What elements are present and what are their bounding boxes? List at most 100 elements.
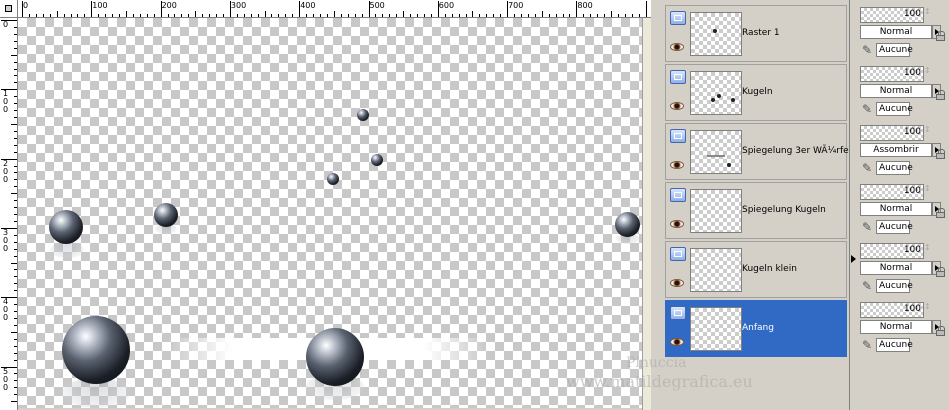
ruler-tick: [500, 14, 502, 17]
ruler-tick: [236, 14, 238, 17]
mask-brush-icon[interactable]: ✎: [862, 220, 876, 234]
mask-brush-icon[interactable]: ✎: [862, 43, 876, 57]
lock-icon[interactable]: [936, 149, 946, 159]
opacity-spin-icon[interactable]: ↕: [924, 243, 934, 257]
ruler-tick: [576, 1, 578, 17]
layer-row[interactable]: Anfang: [665, 300, 847, 357]
layer-icon: [670, 70, 686, 84]
opacity-slider[interactable]: 100: [860, 243, 924, 259]
ruler-tick: [458, 14, 460, 17]
image-canvas[interactable]: [18, 18, 642, 408]
layer-name[interactable]: Spiegelung Kugeln: [742, 205, 826, 215]
ruler-tick: [14, 317, 17, 319]
eye-icon[interactable]: [670, 161, 684, 169]
ruler-tick: [209, 14, 211, 17]
ruler-tick: [125, 11, 127, 17]
mask-brush-icon[interactable]: ✎: [862, 338, 876, 352]
mask-brush-icon[interactable]: ✎: [862, 279, 876, 293]
ruler-tick: [313, 14, 315, 17]
lock-icon[interactable]: [936, 326, 946, 336]
ruler-tick: [299, 1, 301, 17]
blend-mode-select[interactable]: Assombrir: [860, 143, 932, 157]
mask-brush-icon[interactable]: ✎: [862, 102, 876, 116]
opacity-slider[interactable]: 100: [860, 302, 924, 318]
panel-splitter[interactable]: [849, 0, 858, 410]
ruler-tick: [444, 14, 446, 17]
eye-icon[interactable]: [670, 338, 684, 346]
ruler-tick: [285, 14, 287, 17]
mask-select[interactable]: Aucune: [876, 102, 913, 116]
ruler-tick: [14, 61, 17, 63]
blend-mode-select[interactable]: Normal: [860, 261, 932, 275]
layer-row[interactable]: Raster 1: [665, 5, 847, 62]
ruler-tick: [430, 14, 432, 17]
ruler-tick: [271, 14, 273, 17]
layer-icon: [670, 11, 686, 25]
eye-icon[interactable]: [670, 279, 684, 287]
ruler-tick: [132, 14, 134, 17]
opacity-spin-icon[interactable]: ↕: [924, 66, 934, 80]
blend-mode-select[interactable]: Normal: [860, 320, 932, 334]
ruler-tick: [590, 14, 592, 17]
sphere: [62, 316, 130, 384]
opacity-spin-icon[interactable]: ↕: [924, 302, 934, 316]
opacity-slider[interactable]: 100: [860, 184, 924, 200]
lock-icon[interactable]: [936, 267, 946, 277]
layer-name[interactable]: Anfang: [742, 323, 774, 333]
mask-brush-icon[interactable]: ✎: [862, 161, 876, 175]
ruler-tick: [14, 324, 17, 326]
ruler-tick: [403, 11, 405, 17]
ruler-tick: [396, 14, 398, 17]
lock-icon[interactable]: [936, 208, 946, 218]
ruler-tick: [195, 11, 197, 17]
eye-icon[interactable]: [670, 43, 684, 51]
ruler-tick: [493, 14, 495, 17]
ruler-tick: [257, 14, 259, 17]
horizontal-ruler: 0 100 200 300 400 500 600 700 800: [18, 0, 651, 18]
blend-mode-select[interactable]: Normal: [860, 25, 932, 39]
opacity-spin-icon[interactable]: ↕: [924, 7, 934, 21]
ruler-corner[interactable]: [0, 0, 18, 18]
layer-row[interactable]: Spiegelung Kugeln: [665, 182, 847, 239]
ruler-tick: [70, 14, 72, 17]
layer-name[interactable]: Spiegelung 3er WÃ¼rfel: [742, 146, 851, 156]
vertical-ruler: 0 1 0 0 2 0 0 3 0 0 4 0 0 5 0 0: [0, 18, 18, 410]
lock-icon[interactable]: [936, 90, 946, 100]
opacity-slider[interactable]: 100: [860, 66, 924, 82]
mask-select[interactable]: Aucune: [876, 161, 913, 175]
opacity-slider[interactable]: 100: [860, 125, 924, 141]
opacity-slider[interactable]: 100: [860, 7, 924, 23]
opacity-spin-icon[interactable]: ↕: [924, 125, 934, 139]
ruler-tick: [11, 123, 17, 125]
layer-name[interactable]: Kugeln: [742, 87, 773, 97]
eye-icon[interactable]: [670, 220, 684, 228]
ruler-label: 200: [161, 1, 177, 10]
ruler-tick: [14, 345, 17, 347]
ruler-label: 500: [369, 1, 385, 10]
layer-name[interactable]: Kugeln klein: [742, 264, 797, 274]
ruler-label: 100: [92, 1, 108, 10]
layer-row[interactable]: Spiegelung 3er WÃ¼rfel: [665, 123, 851, 180]
ruler-tick: [63, 14, 65, 17]
lock-icon[interactable]: [936, 31, 946, 41]
ruler-tick: [541, 11, 543, 17]
layer-row[interactable]: Kugeln klein: [665, 241, 847, 298]
collapse-arrow-icon[interactable]: [851, 255, 856, 263]
mask-select[interactable]: Aucune: [876, 43, 913, 57]
opacity-spin-icon[interactable]: ↕: [924, 184, 934, 198]
layer-row[interactable]: Kugeln: [665, 64, 847, 121]
ruler-tick: [347, 14, 349, 17]
layer-name[interactable]: Raster 1: [742, 28, 780, 38]
blend-mode-select[interactable]: Normal: [860, 202, 932, 216]
ruler-tick: [14, 186, 17, 188]
layer-thumbnail: [690, 248, 742, 292]
eye-icon[interactable]: [670, 102, 684, 110]
mask-select[interactable]: Aucune: [876, 279, 913, 293]
mask-select[interactable]: Aucune: [876, 220, 913, 234]
blend-mode-select[interactable]: Normal: [860, 84, 932, 98]
ruler-tick: [174, 14, 176, 17]
ruler-tick: [14, 179, 17, 181]
mask-select[interactable]: Aucune: [876, 338, 913, 352]
ruler-tick: [188, 14, 190, 17]
ruler-tick: [14, 352, 17, 354]
